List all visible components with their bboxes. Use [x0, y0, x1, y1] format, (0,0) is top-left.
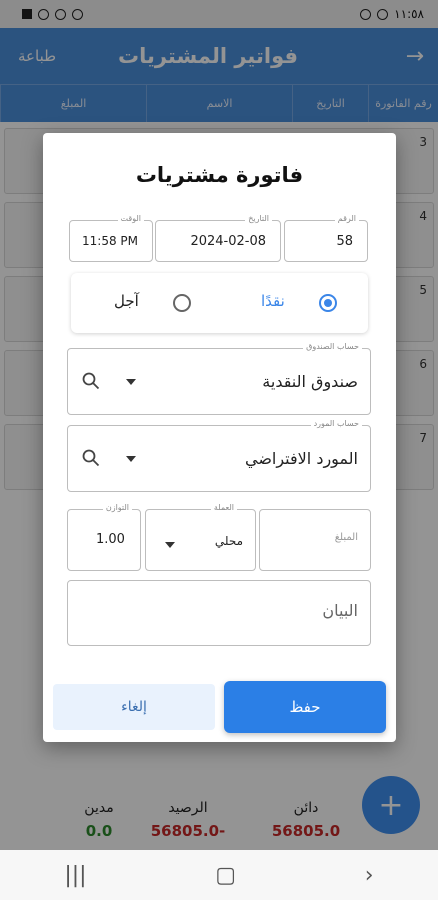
- rate-value: 1.00: [96, 532, 125, 547]
- statement-input[interactable]: البيان: [67, 580, 371, 646]
- currency-label: العملة: [210, 503, 237, 512]
- number-field[interactable]: الرقم 58: [284, 214, 368, 262]
- supplier-account-value: المورد الافتراضي: [244, 449, 358, 468]
- rate-input[interactable]: التوازن 1.00: [67, 503, 141, 571]
- system-nav-bar: ||| ▢ ›: [0, 850, 438, 900]
- time-field[interactable]: الوقت 11:58 PM: [69, 214, 153, 262]
- cash-account-value: صندوق النقدية: [262, 372, 358, 391]
- cash-radio[interactable]: [319, 294, 337, 312]
- credit-label[interactable]: آجل: [114, 292, 139, 310]
- credit-radio[interactable]: [173, 294, 191, 312]
- currency-select[interactable]: العملة محلي: [145, 503, 256, 571]
- time-label: الوقت: [117, 214, 144, 223]
- date-label: التاريخ: [245, 214, 272, 223]
- cash-label[interactable]: نقدًا: [261, 292, 285, 310]
- rate-label: التوازن: [102, 503, 132, 512]
- number-value: 58: [336, 234, 353, 249]
- chevron-down-icon[interactable]: [126, 456, 136, 462]
- purchase-invoice-dialog: فاتورة مشتريات الرقم 58 التاريخ 2024-02-…: [43, 133, 396, 742]
- cash-account-label: حساب الصندوق: [303, 342, 362, 351]
- chevron-down-icon[interactable]: [126, 379, 136, 385]
- date-field[interactable]: التاريخ 2024-02-08: [155, 214, 281, 262]
- statement-placeholder: البيان: [322, 601, 358, 620]
- search-icon[interactable]: [82, 449, 100, 467]
- currency-value: محلي: [214, 534, 243, 548]
- recents-icon[interactable]: |||: [64, 863, 86, 888]
- dialog-title: فاتورة مشتريات: [135, 163, 304, 187]
- cash-account-select[interactable]: حساب الصندوق صندوق النقدية: [67, 342, 371, 415]
- search-icon[interactable]: [82, 372, 100, 390]
- back-icon[interactable]: ›: [365, 863, 374, 888]
- chevron-down-icon[interactable]: [165, 542, 175, 548]
- save-button[interactable]: حفظ: [224, 681, 386, 733]
- time-value: 11:58 PM: [82, 234, 138, 248]
- supplier-account-select[interactable]: حساب المورد المورد الافتراضي: [67, 419, 371, 492]
- payment-type-group: نقدًا آجل: [71, 273, 368, 333]
- amount-placeholder: المبلغ: [334, 532, 358, 543]
- amount-input[interactable]: المبلغ: [259, 509, 371, 571]
- supplier-account-label: حساب المورد: [310, 419, 362, 428]
- date-value: 2024-02-08: [190, 234, 266, 249]
- cancel-button[interactable]: إلغاء: [53, 684, 215, 730]
- number-label: الرقم: [334, 214, 359, 223]
- home-icon[interactable]: ▢: [215, 863, 236, 888]
